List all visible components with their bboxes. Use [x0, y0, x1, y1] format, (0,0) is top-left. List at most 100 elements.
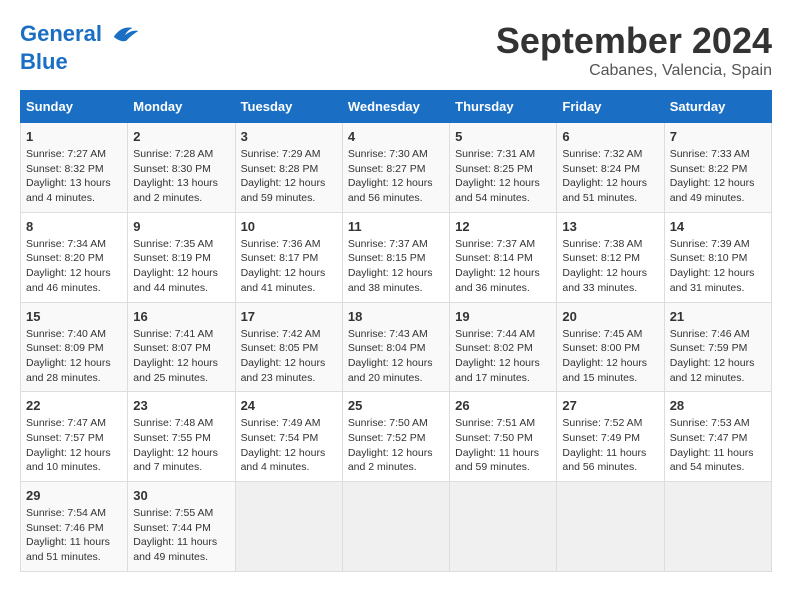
weekday-header-saturday: Saturday [664, 91, 771, 123]
day-info: Sunrise: 7:52 AM Sunset: 7:49 PM Dayligh… [562, 416, 658, 475]
calendar-week-4: 22 Sunrise: 7:47 AM Sunset: 7:57 PM Dayl… [21, 392, 772, 482]
day-info: Sunrise: 7:28 AM Sunset: 8:30 PM Dayligh… [133, 147, 229, 206]
calendar-cell: 11 Sunrise: 7:37 AM Sunset: 8:15 PM Dayl… [342, 212, 449, 302]
day-number: 1 [26, 129, 122, 144]
day-number: 6 [562, 129, 658, 144]
day-info: Sunrise: 7:36 AM Sunset: 8:17 PM Dayligh… [241, 237, 337, 296]
calendar-week-5: 29 Sunrise: 7:54 AM Sunset: 7:46 PM Dayl… [21, 482, 772, 572]
day-info: Sunrise: 7:41 AM Sunset: 8:07 PM Dayligh… [133, 327, 229, 386]
month-title: September 2024 [496, 20, 772, 62]
day-number: 20 [562, 309, 658, 324]
day-number: 14 [670, 219, 766, 234]
calendar-cell: 27 Sunrise: 7:52 AM Sunset: 7:49 PM Dayl… [557, 392, 664, 482]
day-info: Sunrise: 7:51 AM Sunset: 7:50 PM Dayligh… [455, 416, 551, 475]
logo-text-2: Blue [20, 50, 140, 74]
calendar-cell: 14 Sunrise: 7:39 AM Sunset: 8:10 PM Dayl… [664, 212, 771, 302]
weekday-header-thursday: Thursday [450, 91, 557, 123]
calendar-cell: 6 Sunrise: 7:32 AM Sunset: 8:24 PM Dayli… [557, 123, 664, 213]
calendar-cell: 7 Sunrise: 7:33 AM Sunset: 8:22 PM Dayli… [664, 123, 771, 213]
day-number: 3 [241, 129, 337, 144]
day-info: Sunrise: 7:55 AM Sunset: 7:44 PM Dayligh… [133, 506, 229, 565]
weekday-header-wednesday: Wednesday [342, 91, 449, 123]
day-number: 18 [348, 309, 444, 324]
calendar-cell [450, 482, 557, 572]
day-number: 21 [670, 309, 766, 324]
day-info: Sunrise: 7:35 AM Sunset: 8:19 PM Dayligh… [133, 237, 229, 296]
calendar-cell [342, 482, 449, 572]
day-number: 8 [26, 219, 122, 234]
calendar-cell [664, 482, 771, 572]
day-number: 17 [241, 309, 337, 324]
weekday-header-friday: Friday [557, 91, 664, 123]
day-info: Sunrise: 7:27 AM Sunset: 8:32 PM Dayligh… [26, 147, 122, 206]
calendar-cell: 19 Sunrise: 7:44 AM Sunset: 8:02 PM Dayl… [450, 302, 557, 392]
day-number: 19 [455, 309, 551, 324]
day-number: 10 [241, 219, 337, 234]
calendar-cell: 2 Sunrise: 7:28 AM Sunset: 8:30 PM Dayli… [128, 123, 235, 213]
weekday-header-monday: Monday [128, 91, 235, 123]
page-header: General Blue September 2024 Cabanes, Val… [20, 20, 772, 80]
calendar-table: SundayMondayTuesdayWednesdayThursdayFrid… [20, 90, 772, 572]
day-info: Sunrise: 7:48 AM Sunset: 7:55 PM Dayligh… [133, 416, 229, 475]
day-number: 5 [455, 129, 551, 144]
day-info: Sunrise: 7:49 AM Sunset: 7:54 PM Dayligh… [241, 416, 337, 475]
day-info: Sunrise: 7:50 AM Sunset: 7:52 PM Dayligh… [348, 416, 444, 475]
day-number: 30 [133, 488, 229, 503]
day-info: Sunrise: 7:31 AM Sunset: 8:25 PM Dayligh… [455, 147, 551, 206]
calendar-cell: 16 Sunrise: 7:41 AM Sunset: 8:07 PM Dayl… [128, 302, 235, 392]
day-number: 26 [455, 398, 551, 413]
day-number: 13 [562, 219, 658, 234]
day-info: Sunrise: 7:37 AM Sunset: 8:14 PM Dayligh… [455, 237, 551, 296]
day-info: Sunrise: 7:38 AM Sunset: 8:12 PM Dayligh… [562, 237, 658, 296]
day-info: Sunrise: 7:30 AM Sunset: 8:27 PM Dayligh… [348, 147, 444, 206]
day-info: Sunrise: 7:33 AM Sunset: 8:22 PM Dayligh… [670, 147, 766, 206]
day-info: Sunrise: 7:47 AM Sunset: 7:57 PM Dayligh… [26, 416, 122, 475]
day-info: Sunrise: 7:54 AM Sunset: 7:46 PM Dayligh… [26, 506, 122, 565]
weekday-header-tuesday: Tuesday [235, 91, 342, 123]
day-info: Sunrise: 7:44 AM Sunset: 8:02 PM Dayligh… [455, 327, 551, 386]
day-number: 24 [241, 398, 337, 413]
day-info: Sunrise: 7:40 AM Sunset: 8:09 PM Dayligh… [26, 327, 122, 386]
day-number: 28 [670, 398, 766, 413]
calendar-week-2: 8 Sunrise: 7:34 AM Sunset: 8:20 PM Dayli… [21, 212, 772, 302]
calendar-cell [235, 482, 342, 572]
day-number: 16 [133, 309, 229, 324]
calendar-cell: 13 Sunrise: 7:38 AM Sunset: 8:12 PM Dayl… [557, 212, 664, 302]
day-number: 4 [348, 129, 444, 144]
calendar-week-3: 15 Sunrise: 7:40 AM Sunset: 8:09 PM Dayl… [21, 302, 772, 392]
calendar-week-1: 1 Sunrise: 7:27 AM Sunset: 8:32 PM Dayli… [21, 123, 772, 213]
calendar-cell: 23 Sunrise: 7:48 AM Sunset: 7:55 PM Dayl… [128, 392, 235, 482]
calendar-cell: 3 Sunrise: 7:29 AM Sunset: 8:28 PM Dayli… [235, 123, 342, 213]
day-info: Sunrise: 7:46 AM Sunset: 7:59 PM Dayligh… [670, 327, 766, 386]
day-info: Sunrise: 7:45 AM Sunset: 8:00 PM Dayligh… [562, 327, 658, 386]
day-info: Sunrise: 7:53 AM Sunset: 7:47 PM Dayligh… [670, 416, 766, 475]
calendar-cell: 5 Sunrise: 7:31 AM Sunset: 8:25 PM Dayli… [450, 123, 557, 213]
day-number: 2 [133, 129, 229, 144]
calendar-cell: 30 Sunrise: 7:55 AM Sunset: 7:44 PM Dayl… [128, 482, 235, 572]
day-info: Sunrise: 7:37 AM Sunset: 8:15 PM Dayligh… [348, 237, 444, 296]
day-info: Sunrise: 7:42 AM Sunset: 8:05 PM Dayligh… [241, 327, 337, 386]
calendar-cell: 12 Sunrise: 7:37 AM Sunset: 8:14 PM Dayl… [450, 212, 557, 302]
calendar-cell: 25 Sunrise: 7:50 AM Sunset: 7:52 PM Dayl… [342, 392, 449, 482]
calendar-cell: 15 Sunrise: 7:40 AM Sunset: 8:09 PM Dayl… [21, 302, 128, 392]
weekday-header-sunday: Sunday [21, 91, 128, 123]
calendar-cell [557, 482, 664, 572]
day-number: 11 [348, 219, 444, 234]
calendar-cell: 20 Sunrise: 7:45 AM Sunset: 8:00 PM Dayl… [557, 302, 664, 392]
calendar-cell: 4 Sunrise: 7:30 AM Sunset: 8:27 PM Dayli… [342, 123, 449, 213]
day-number: 9 [133, 219, 229, 234]
day-number: 23 [133, 398, 229, 413]
day-info: Sunrise: 7:32 AM Sunset: 8:24 PM Dayligh… [562, 147, 658, 206]
calendar-cell: 28 Sunrise: 7:53 AM Sunset: 7:47 PM Dayl… [664, 392, 771, 482]
day-number: 7 [670, 129, 766, 144]
calendar-header-row: SundayMondayTuesdayWednesdayThursdayFrid… [21, 91, 772, 123]
calendar-cell: 29 Sunrise: 7:54 AM Sunset: 7:46 PM Dayl… [21, 482, 128, 572]
day-info: Sunrise: 7:29 AM Sunset: 8:28 PM Dayligh… [241, 147, 337, 206]
calendar-cell: 9 Sunrise: 7:35 AM Sunset: 8:19 PM Dayli… [128, 212, 235, 302]
calendar-cell: 17 Sunrise: 7:42 AM Sunset: 8:05 PM Dayl… [235, 302, 342, 392]
calendar-cell: 22 Sunrise: 7:47 AM Sunset: 7:57 PM Dayl… [21, 392, 128, 482]
day-number: 27 [562, 398, 658, 413]
day-number: 15 [26, 309, 122, 324]
calendar-cell: 10 Sunrise: 7:36 AM Sunset: 8:17 PM Dayl… [235, 212, 342, 302]
day-number: 25 [348, 398, 444, 413]
